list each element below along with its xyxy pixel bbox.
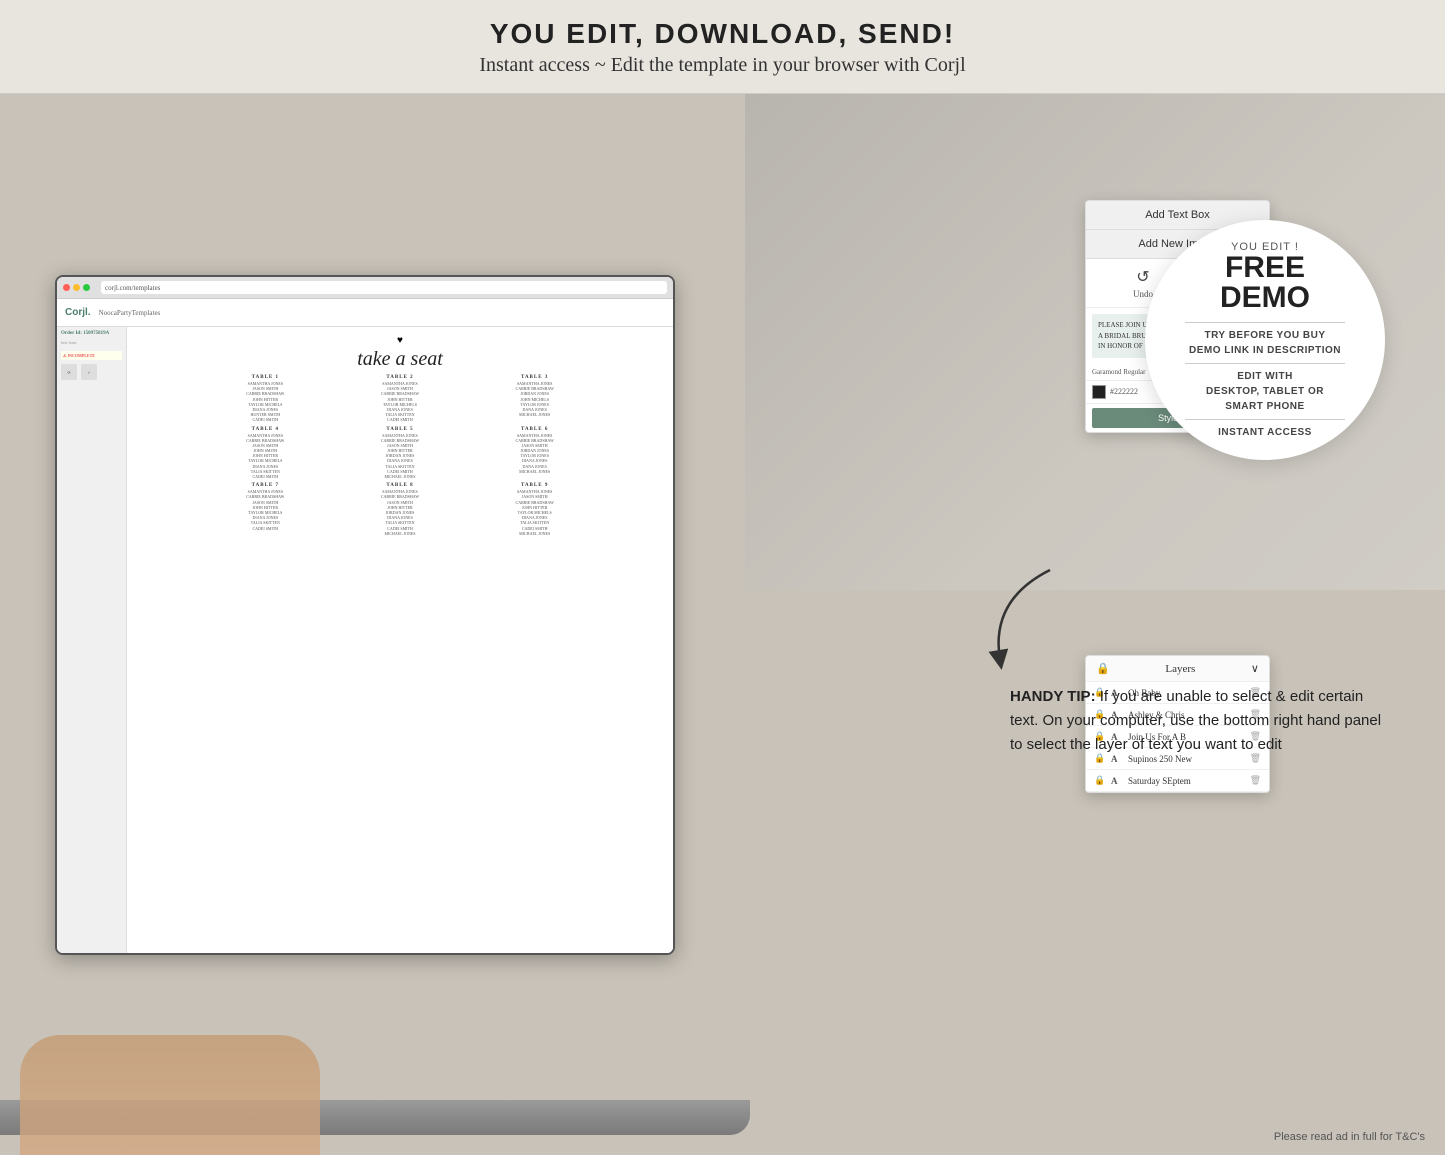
editor-sidebar: Order Id: 150975819A best fonts ⚠ INCOMP…	[57, 327, 127, 953]
subheadline: Instant access ~ Edit the template in yo…	[0, 54, 1445, 77]
demo-demo: DEMO	[1220, 283, 1310, 313]
bottom-right-disclaimer: Please read ad in full for T&C's	[1274, 1131, 1425, 1143]
table-guests-6: SAMANTHA JONESCARRIE BRADSHAWJASON SMITH…	[469, 433, 600, 475]
settings-label: Garamond Regular	[1092, 368, 1145, 376]
table-5: TABLE 5SAMANTHA JONESCARRIE BRADSHAWJASO…	[335, 427, 466, 480]
demo-smart-phone: SMART PHONE	[1225, 399, 1304, 414]
handy-tip-text: HANDY TIP: If you are unable to select &…	[1010, 685, 1390, 757]
layers-header: 🔒 Layers ∨	[1086, 656, 1269, 682]
demo-edit-with: EDIT WITH	[1237, 369, 1293, 384]
sidebar-icon-1: ⟳	[61, 364, 77, 380]
layers-label: Layers	[1165, 663, 1195, 675]
color-value: #222222	[1110, 387, 1138, 396]
free-demo-circle: YOU EDIT ! FREE DEMO TRY BEFORE YOU BUY …	[1145, 220, 1385, 460]
table-name-6: TABLE 6	[469, 427, 600, 432]
close-dot	[63, 284, 70, 291]
table-1: TABLE 1SAMANTHA JONESJASON SMITHCARRIE B…	[200, 375, 331, 423]
editor-canvas: ♥ take a seat TABLE 1SAMANTHA JONESJASON…	[127, 327, 673, 953]
layer-delete-4[interactable]: 🗑	[1250, 775, 1261, 786]
table-3: TABLE 3SAMANTHA JONESCARRIE BRADSHAWJORD…	[469, 375, 600, 423]
table-guests-1: SAMANTHA JONESJASON SMITHCARRIE BRADSHAW…	[200, 381, 331, 423]
table-guests-8: SAMANTHA JONESCARRIE BRADSHAWJASON SMITH…	[335, 489, 466, 536]
demo-link: DEMO LINK IN DESCRIPTION	[1189, 343, 1341, 358]
seating-heart: ♥	[200, 335, 600, 346]
corjl-logo: Corjl.	[65, 307, 91, 318]
table-6: TABLE 6SAMANTHA JONESCARRIE BRADSHAWJASO…	[469, 427, 600, 480]
laptop: corjl.com/templates Corjl. NoocaPartyTem…	[0, 255, 720, 1155]
hand	[20, 1035, 320, 1155]
table-8: TABLE 8SAMANTHA JONESCARRIE BRADSHAWJASO…	[335, 483, 466, 536]
sidebar-actions: ⟳ ✓	[61, 364, 122, 380]
color-swatch[interactable]	[1092, 385, 1106, 399]
layer-item-4[interactable]: 🔒 A Saturday SEptem 🗑	[1086, 770, 1269, 792]
sidebar-sub: best fonts	[61, 340, 122, 345]
seating-title: take a seat	[200, 348, 600, 371]
undo-label: Undo	[1133, 289, 1153, 299]
laptop-screen: corjl.com/templates Corjl. NoocaPartyTem…	[55, 275, 675, 955]
layers-chevron: ∨	[1251, 662, 1259, 675]
table-name-5: TABLE 5	[335, 427, 466, 432]
undo-icon: ↺	[1136, 267, 1149, 287]
corjl-header: Corjl. NoocaPartyTemplates	[57, 299, 673, 327]
corjl-nav-text: NoocaPartyTemplates	[99, 309, 161, 317]
top-banner: YOU EDIT, DOWNLOAD, SEND! Instant access…	[0, 0, 1445, 94]
demo-devices: DESKTOP, TABLET OR	[1206, 384, 1324, 399]
table-name-1: TABLE 1	[200, 375, 331, 380]
editor-area: Order Id: 150975819A best fonts ⚠ INCOMP…	[57, 327, 673, 953]
seating-chart: ♥ take a seat TABLE 1SAMANTHA JONESJASON…	[200, 335, 600, 536]
demo-try-before: TRY BEFORE YOU BUY	[1204, 328, 1325, 343]
table-name-3: TABLE 3	[469, 375, 600, 380]
table-7: TABLE 7SAMANTHA JONESCARRIE BRADSHAWJASO…	[200, 483, 331, 536]
demo-instant-access: INSTANT ACCESS	[1218, 425, 1312, 440]
browser-bar: corjl.com/templates	[57, 277, 673, 299]
headline: YOU EDIT, DOWNLOAD, SEND!	[0, 18, 1445, 50]
table-name-2: TABLE 2	[335, 375, 466, 380]
handy-tip-section: HANDY TIP: If you are unable to select &…	[1010, 685, 1390, 757]
background-area: corjl.com/templates Corjl. NoocaPartyTem…	[0, 90, 1445, 1155]
expand-dot	[83, 284, 90, 291]
layer-name-4: Saturday SEptem	[1128, 776, 1245, 786]
sidebar-order: Order Id: 150975819A	[61, 331, 122, 336]
layer-lock-icon-4: 🔒	[1094, 775, 1106, 786]
demo-divider-1	[1185, 322, 1345, 323]
table-name-4: TABLE 4	[200, 427, 331, 432]
table-name-9: TABLE 9	[469, 483, 600, 488]
table-name-8: TABLE 8	[335, 483, 466, 488]
laptop-content: Corjl. NoocaPartyTemplates Order Id: 150…	[57, 299, 673, 953]
table-guests-7: SAMANTHA JONESCARRIE BRADSHAWJASON SMITH…	[200, 489, 331, 531]
sidebar-icon-2: ✓	[81, 364, 97, 380]
table-guests-2: SAMANTHA JONESJASON SMITHCARRIE BRADSHAW…	[335, 381, 466, 423]
url-bar: corjl.com/templates	[101, 281, 667, 294]
table-2: TABLE 2SAMANTHA JONESJASON SMITHCARRIE B…	[335, 375, 466, 423]
handy-tip-label: HANDY TIP:	[1010, 688, 1096, 705]
arrow-to-layers	[970, 560, 1070, 680]
table-4: TABLE 4SAMANTHA JONESCARRIE BRADSHAWJASO…	[200, 427, 331, 480]
table-9: TABLE 9SAMANTHA JONESJASON SMITHCARRIE B…	[469, 483, 600, 536]
sidebar-incomplete: ⚠ INCOMPLETE	[61, 351, 122, 360]
minimize-dot	[73, 284, 80, 291]
undo-tool[interactable]: ↺ Undo	[1133, 267, 1153, 299]
tables-grid: TABLE 1SAMANTHA JONESJASON SMITHCARRIE B…	[200, 375, 600, 536]
demo-divider-2	[1185, 363, 1345, 364]
layer-type-4: A	[1111, 776, 1123, 786]
table-guests-5: SAMANTHA JONESCARRIE BRADSHAWJASON SMITH…	[335, 433, 466, 480]
demo-divider-3	[1185, 419, 1345, 420]
layers-title: 🔒	[1096, 662, 1110, 675]
table-name-7: TABLE 7	[200, 483, 331, 488]
table-guests-4: SAMANTHA JONESCARRIE BRADSHAWJASON SMITH…	[200, 433, 331, 480]
table-guests-9: SAMANTHA JONESJASON SMITHCARRIE BRADSHAW…	[469, 489, 600, 536]
table-guests-3: SAMANTHA JONESCARRIE BRADSHAWJORDAN JONE…	[469, 381, 600, 417]
demo-free: FREE	[1225, 253, 1305, 283]
